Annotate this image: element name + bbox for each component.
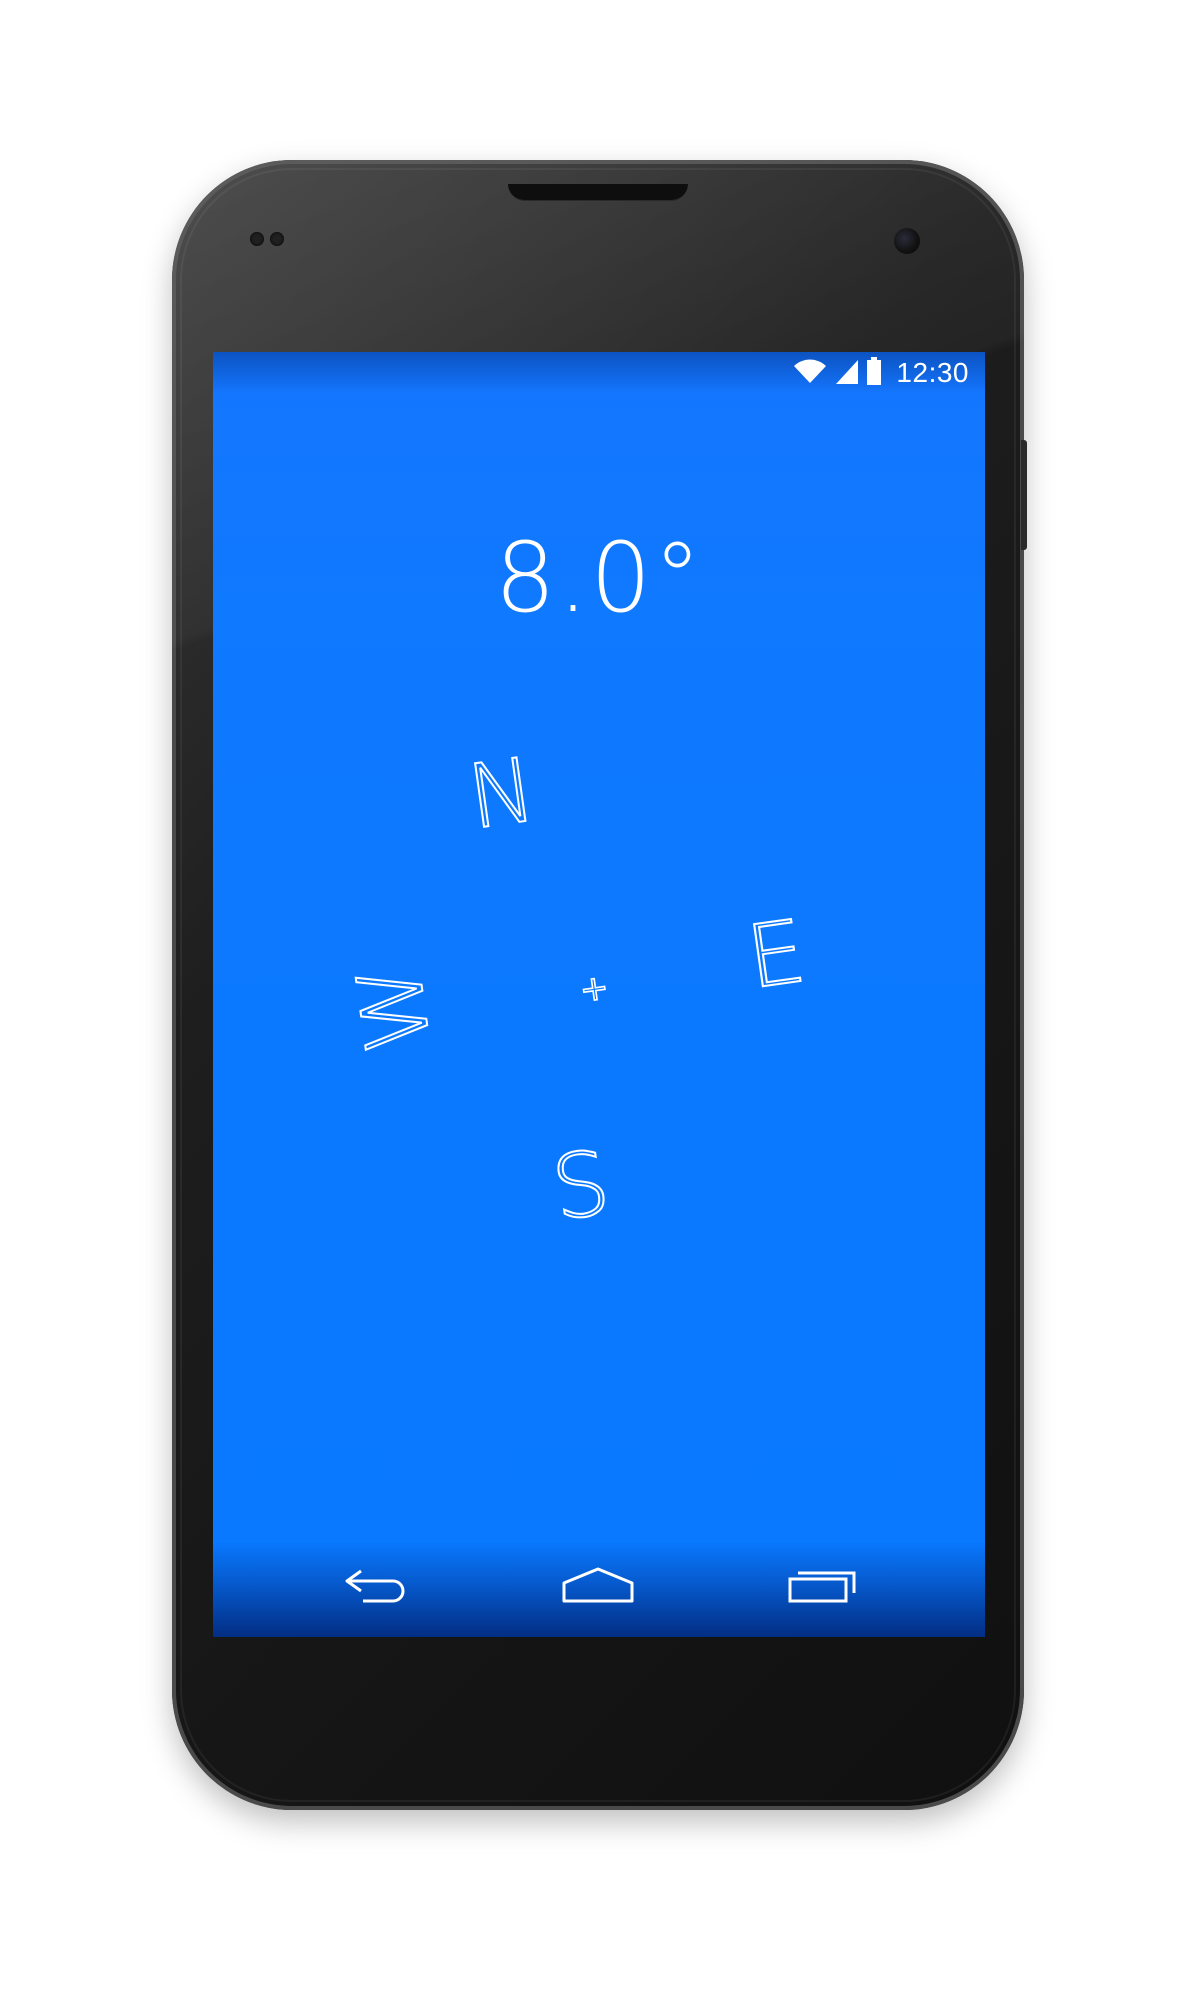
cell-signal-icon [834, 357, 860, 389]
home-button[interactable] [553, 1563, 643, 1611]
screen: 12:30 8.0° N E S W + [213, 352, 985, 1637]
light-sensor [270, 232, 284, 246]
west-label: W [336, 957, 452, 1060]
south-label: S [545, 1130, 617, 1242]
east-label: E [740, 900, 812, 1009]
wifi-icon [792, 357, 828, 389]
status-icons: 12:30 [792, 357, 969, 389]
earpiece-speaker [508, 184, 688, 201]
heading-readout: 8.0° [494, 522, 704, 634]
navigation-bar [213, 1541, 985, 1637]
proximity-sensor [250, 232, 264, 246]
battery-icon [866, 357, 882, 389]
page: 12:30 8.0° N E S W + [0, 0, 1195, 1994]
status-bar: 12:30 [213, 352, 985, 394]
status-time: 12:30 [896, 357, 969, 388]
back-button[interactable] [332, 1563, 422, 1611]
recents-button[interactable] [779, 1563, 869, 1611]
north-label: N [461, 737, 543, 850]
recents-icon [786, 1565, 862, 1609]
front-camera [894, 228, 920, 254]
compass-center-mark: + [577, 966, 612, 1011]
home-icon [560, 1565, 636, 1609]
power-button[interactable] [1021, 440, 1027, 550]
back-icon [341, 1565, 413, 1609]
